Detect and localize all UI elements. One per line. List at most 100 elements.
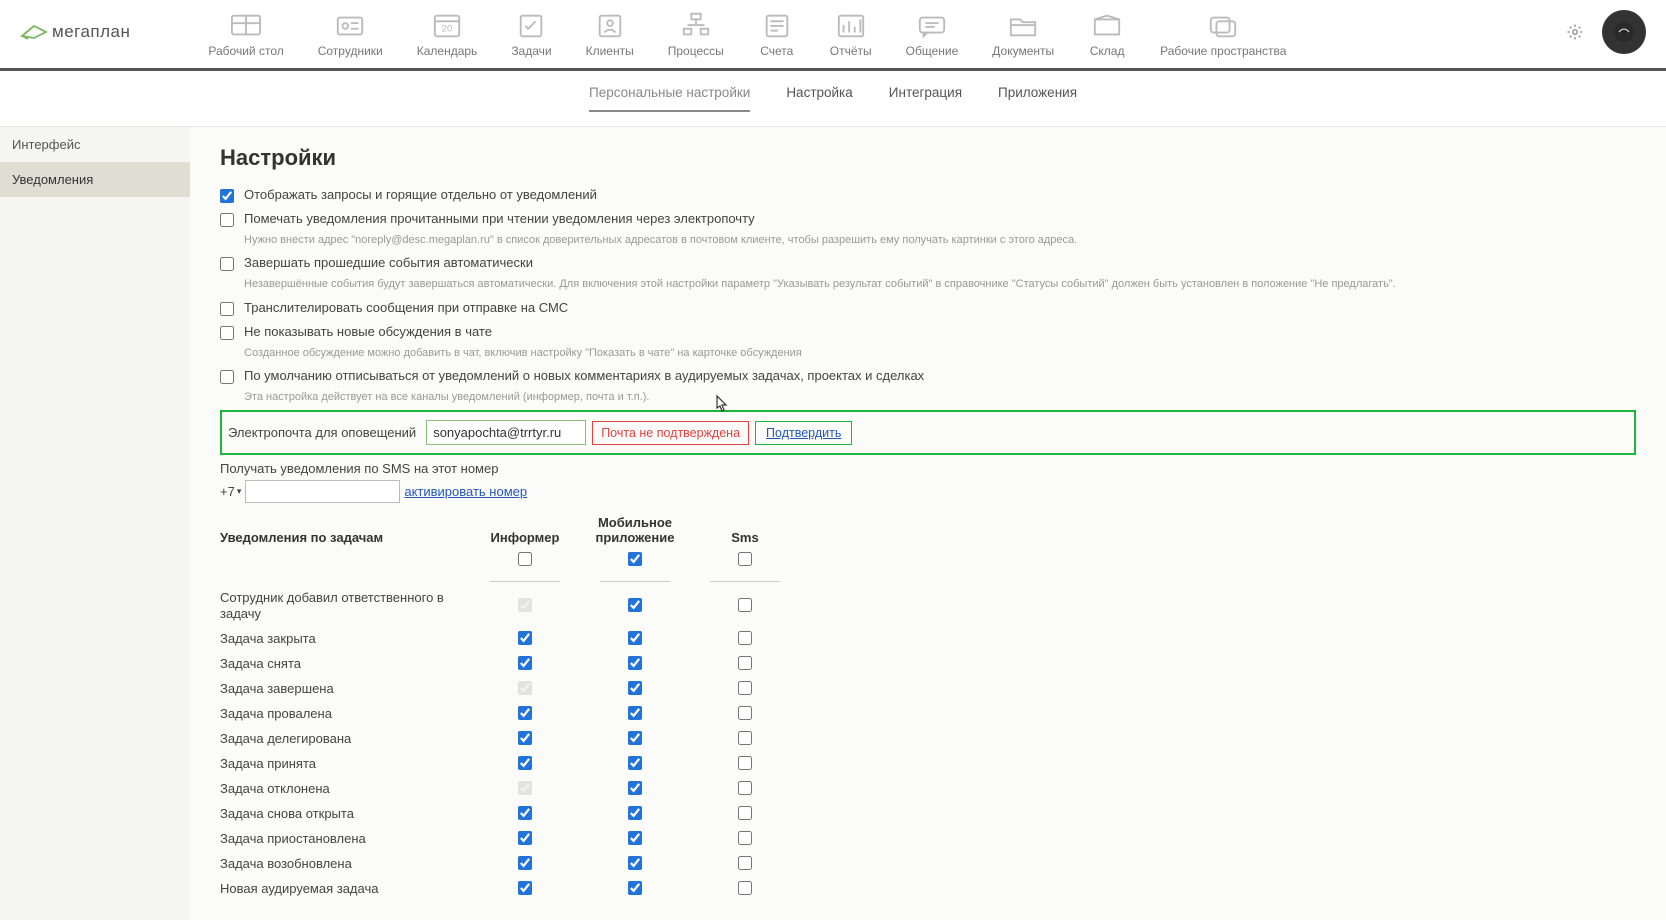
nav-item-6[interactable]: Счета	[750, 6, 804, 68]
master-mobile-checkbox[interactable]	[628, 552, 642, 566]
notif-sms-checkbox[interactable]	[738, 856, 752, 870]
nav-icon	[1204, 10, 1242, 40]
notif-sms-checkbox[interactable]	[738, 598, 752, 612]
option-label-5: По умолчанию отписываться от уведомлений…	[244, 368, 924, 383]
notif-mobile-checkbox[interactable]	[628, 831, 642, 845]
topbar-right	[1566, 10, 1646, 64]
notif-mobile-checkbox[interactable]	[628, 756, 642, 770]
option-checkbox-1[interactable]	[220, 213, 234, 227]
notif-informer-checkbox[interactable]	[518, 856, 532, 870]
nav-icon	[591, 10, 629, 40]
notif-informer-checkbox[interactable]	[518, 656, 532, 670]
notif-sms-checkbox[interactable]	[738, 831, 752, 845]
topbar: мегаплан Рабочий стол Сотрудники 20Календа…	[0, 0, 1666, 71]
notif-row-4: Задача провалена	[220, 702, 1636, 727]
email-input[interactable]	[426, 420, 586, 445]
notif-row-label: Задача снова открыта	[220, 806, 470, 822]
nav-label: Склад	[1090, 44, 1125, 58]
option-label-3: Транслителировать сообщения при отправке…	[244, 300, 568, 315]
notif-sms-checkbox[interactable]	[738, 781, 752, 795]
main-nav: Рабочий стол Сотрудники 20Календарь Задачи К…	[200, 6, 1566, 68]
option-hint-4: Созданное обсуждение можно добавить в ча…	[244, 346, 1636, 360]
nav-item-10[interactable]: Склад	[1080, 6, 1134, 68]
option-checkbox-4[interactable]	[220, 326, 234, 340]
master-informer-checkbox[interactable]	[518, 552, 532, 566]
notif-mobile-checkbox[interactable]	[628, 806, 642, 820]
notif-informer-checkbox[interactable]	[518, 881, 532, 895]
option-label-2: Завершать прошедшие события автоматическ…	[244, 255, 533, 270]
sidebar-item-0[interactable]: Интерфейс	[0, 127, 190, 162]
notif-row-label: Задача провалена	[220, 706, 470, 722]
notif-mobile-checkbox[interactable]	[628, 656, 642, 670]
option-checkbox-0[interactable]	[220, 189, 234, 203]
notif-mobile-checkbox[interactable]	[628, 706, 642, 720]
notif-informer-checkbox[interactable]	[518, 631, 532, 645]
notif-mobile-checkbox[interactable]	[628, 681, 642, 695]
subnav-item-1[interactable]: Настройка	[786, 85, 852, 112]
gear-icon[interactable]	[1566, 23, 1584, 41]
notif-row-2: Задача снята	[220, 652, 1636, 677]
notif-mobile-checkbox[interactable]	[628, 631, 642, 645]
notif-informer-checkbox[interactable]	[518, 706, 532, 720]
notif-sms-checkbox[interactable]	[738, 681, 752, 695]
notif-mobile-checkbox[interactable]	[628, 856, 642, 870]
notifications-table: Уведомления по задачам Информер Мобильно…	[220, 515, 1636, 902]
option-row-0: Отображать запросы и горящие отдельно от…	[220, 185, 1636, 205]
nav-item-5[interactable]: Процессы	[660, 6, 732, 68]
notif-informer-checkbox[interactable]	[518, 756, 532, 770]
notif-informer-checkbox[interactable]	[518, 731, 532, 745]
notif-row-3: Задача завершена	[220, 677, 1636, 702]
nav-item-0[interactable]: Рабочий стол	[200, 6, 291, 68]
sms-number-input[interactable]	[245, 480, 400, 503]
nav-label: Сотрудники	[318, 44, 383, 58]
notif-informer-checkbox[interactable]	[518, 831, 532, 845]
confirm-email-button[interactable]: Подтвердить	[755, 421, 852, 445]
notif-sms-checkbox[interactable]	[738, 881, 752, 895]
nav-item-9[interactable]: Документы	[984, 6, 1062, 68]
sidebar: ИнтерфейсУведомления	[0, 127, 190, 920]
nav-item-1[interactable]: Сотрудники	[310, 6, 391, 68]
option-row-1: Помечать уведомления прочитанными при чт…	[220, 209, 1636, 229]
sidebar-item-1[interactable]: Уведомления	[0, 162, 190, 197]
notif-informer-checkbox[interactable]	[518, 806, 532, 820]
notif-mobile-checkbox[interactable]	[628, 598, 642, 612]
nav-item-2[interactable]: 20Календарь	[409, 6, 486, 68]
nav-item-7[interactable]: Отчёты	[822, 6, 880, 68]
notif-row-label: Задача принята	[220, 756, 470, 772]
logo[interactable]: мегаплан	[20, 22, 130, 42]
nav-item-4[interactable]: Клиенты	[578, 6, 642, 68]
master-sms-checkbox[interactable]	[738, 552, 752, 566]
notif-row-8: Задача снова открыта	[220, 802, 1636, 827]
sms-country-prefix[interactable]: +7	[220, 484, 241, 499]
option-checkbox-3[interactable]	[220, 302, 234, 316]
option-hint-1: Нужно внести адрес "noreply@desc.megapla…	[244, 233, 1636, 247]
notif-mobile-checkbox[interactable]	[628, 881, 642, 895]
activate-number-link[interactable]: активировать номер	[404, 484, 527, 499]
option-checkbox-5[interactable]	[220, 370, 234, 384]
notif-row-label: Задача приостановлена	[220, 831, 470, 847]
nav-icon	[913, 10, 951, 40]
notif-sms-checkbox[interactable]	[738, 806, 752, 820]
option-label-4: Не показывать новые обсуждения в чате	[244, 324, 492, 339]
subnav-item-3[interactable]: Приложения	[998, 85, 1077, 112]
notif-header-mobile: Мобильное приложение	[580, 515, 690, 545]
nav-icon	[512, 10, 550, 40]
notif-sms-checkbox[interactable]	[738, 731, 752, 745]
notif-row-label: Задача возобновлена	[220, 856, 470, 872]
nav-item-8[interactable]: Общение	[898, 6, 967, 68]
nav-label: Рабочий стол	[208, 44, 283, 58]
notif-sms-checkbox[interactable]	[738, 656, 752, 670]
notif-mobile-checkbox[interactable]	[628, 731, 642, 745]
subnav-item-0[interactable]: Персональные настройки	[589, 85, 750, 112]
nav-item-11[interactable]: Рабочие пространства	[1152, 6, 1294, 68]
avatar[interactable]	[1602, 10, 1646, 54]
option-checkbox-2[interactable]	[220, 257, 234, 271]
subnav-item-2[interactable]: Интеграция	[889, 85, 962, 112]
notif-sms-checkbox[interactable]	[738, 631, 752, 645]
notif-row-6: Задача принята	[220, 752, 1636, 777]
nav-item-3[interactable]: Задачи	[503, 6, 559, 68]
notif-sms-checkbox[interactable]	[738, 756, 752, 770]
email-row: Электропочта для оповещений Почта не под…	[220, 410, 1636, 455]
notif-mobile-checkbox[interactable]	[628, 781, 642, 795]
notif-sms-checkbox[interactable]	[738, 706, 752, 720]
